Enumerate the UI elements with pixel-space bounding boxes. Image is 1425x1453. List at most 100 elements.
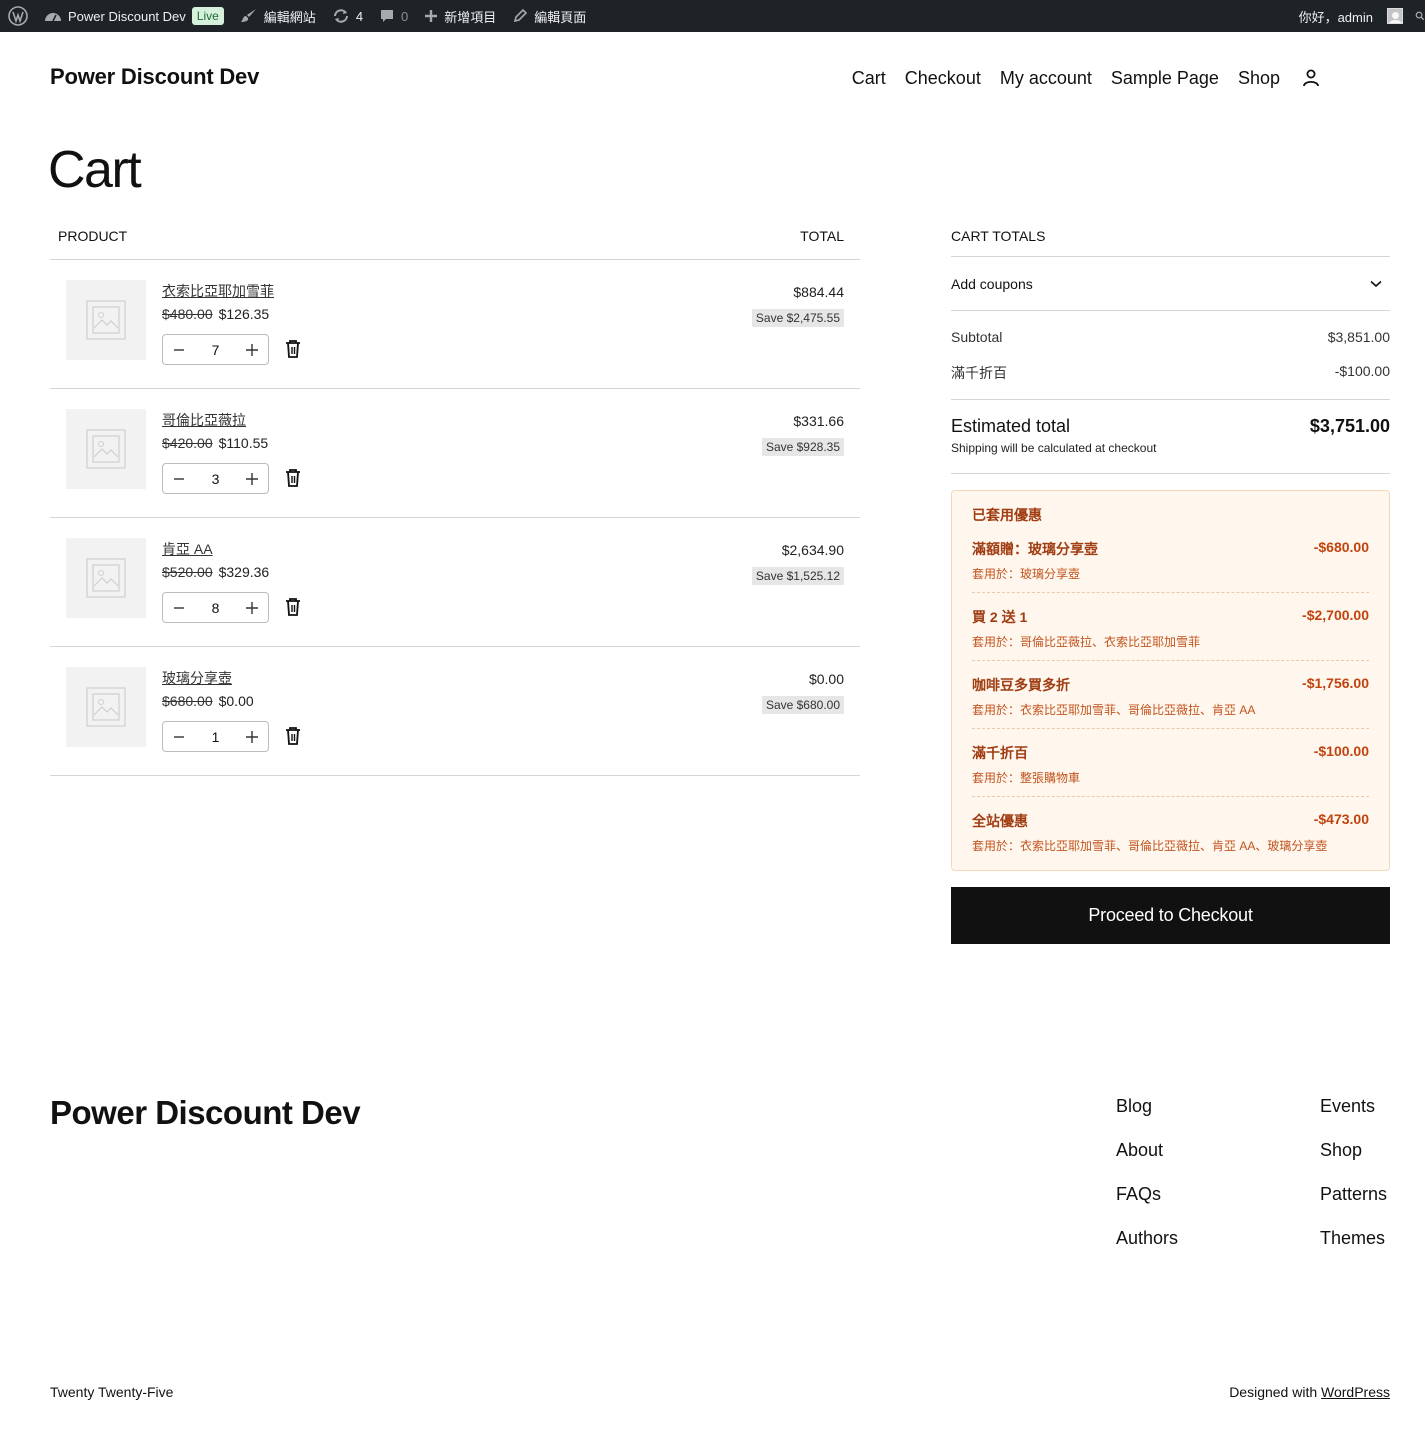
wordpress-link[interactable]: WordPress bbox=[1321, 1384, 1390, 1400]
footer-link-shop[interactable]: Shop bbox=[1320, 1140, 1387, 1161]
footer-link-faqs[interactable]: FAQs bbox=[1116, 1184, 1178, 1205]
discount-amount: -$473.00 bbox=[1313, 811, 1369, 827]
add-coupons-toggle[interactable]: Add coupons bbox=[951, 257, 1390, 311]
discount-amount: -$680.00 bbox=[1313, 539, 1369, 555]
product-image-placeholder[interactable] bbox=[66, 538, 146, 618]
edit-site-link[interactable]: 編輯網站 bbox=[232, 0, 324, 32]
chevron-down-icon bbox=[1370, 280, 1382, 287]
regular-price: $520.00 bbox=[162, 564, 213, 580]
product-name-link[interactable]: 哥倫比亞薇拉 bbox=[162, 410, 246, 430]
save-badge: Save $2,475.55 bbox=[751, 309, 844, 327]
product-prices: $680.00 $0.00 bbox=[162, 693, 254, 709]
product-name-link[interactable]: 玻璃分享壺 bbox=[162, 668, 232, 688]
decrease-quantity-button[interactable] bbox=[163, 593, 195, 622]
footer-theme-name: Twenty Twenty-Five bbox=[50, 1384, 174, 1400]
cart-table: PRODUCT TOTAL 衣索比亞耶加雪菲 $480.00 $126.35 7 … bbox=[50, 222, 860, 776]
line-total: $884.44 bbox=[793, 284, 844, 300]
discount-name: 咖啡豆多買多折 bbox=[972, 677, 1070, 693]
nav-cart[interactable]: Cart bbox=[852, 68, 886, 89]
wordpress-logo-icon[interactable] bbox=[0, 0, 36, 32]
quantity-value[interactable]: 3 bbox=[195, 471, 236, 487]
search-toggle[interactable] bbox=[1407, 0, 1425, 32]
subtotal-value: $3,851.00 bbox=[1327, 329, 1390, 345]
product-image-placeholder[interactable] bbox=[66, 409, 146, 489]
product-image-placeholder[interactable] bbox=[66, 667, 146, 747]
comments-link[interactable]: 0 bbox=[371, 0, 416, 32]
increase-quantity-button[interactable] bbox=[236, 722, 268, 751]
minus-icon bbox=[174, 606, 184, 609]
updates-icon bbox=[333, 9, 348, 23]
account-icon[interactable] bbox=[1299, 66, 1323, 90]
updates-count: 4 bbox=[355, 8, 364, 24]
discount-applies-to: 套用於：玻璃分享壺 bbox=[972, 567, 1081, 581]
site-title[interactable]: Power Discount Dev bbox=[50, 64, 259, 90]
comment-icon bbox=[381, 10, 394, 22]
product-name-link[interactable]: 肯亞 AA bbox=[162, 539, 213, 559]
quantity-value[interactable]: 7 bbox=[195, 342, 236, 358]
footer-link-themes[interactable]: Themes bbox=[1320, 1228, 1387, 1249]
decrease-quantity-button[interactable] bbox=[163, 464, 195, 493]
remove-item-button[interactable] bbox=[284, 726, 302, 751]
edit-site-label: 編輯網站 bbox=[263, 9, 316, 25]
discount-name: 滿額贈：玻璃分享壺 bbox=[972, 541, 1098, 557]
decrease-quantity-button[interactable] bbox=[163, 335, 195, 364]
avatar bbox=[1387, 8, 1403, 24]
new-item-link[interactable]: 新增項目 bbox=[416, 0, 504, 32]
plus-icon bbox=[246, 472, 258, 485]
discount-row: 滿千折百 -$100.00 bbox=[951, 363, 1390, 383]
column-product: PRODUCT bbox=[58, 228, 128, 244]
estimated-total-label: Estimated total bbox=[951, 416, 1071, 436]
footer-link-authors[interactable]: Authors bbox=[1116, 1228, 1178, 1249]
edit-page-label: 編輯頁面 bbox=[534, 9, 587, 25]
applied-discounts-panel: 已套用優惠 滿額贈：玻璃分享壺 -$680.00 套用於：玻璃分享壺 買 2 送 … bbox=[951, 490, 1390, 871]
updates-link[interactable]: 4 bbox=[324, 0, 371, 32]
footer-nav-column: Events Shop Patterns Themes bbox=[1320, 1096, 1387, 1249]
edit-page-link[interactable]: 編輯頁面 bbox=[504, 0, 594, 32]
footer-site-title[interactable]: Power Discount Dev bbox=[50, 1094, 361, 1132]
increase-quantity-button[interactable] bbox=[236, 335, 268, 364]
footer-link-events[interactable]: Events bbox=[1320, 1096, 1387, 1117]
increase-quantity-button[interactable] bbox=[236, 593, 268, 622]
brush-icon bbox=[240, 9, 256, 22]
remove-item-button[interactable] bbox=[284, 339, 302, 364]
greeting: 你好，admin bbox=[1298, 9, 1373, 25]
nav-checkout[interactable]: Checkout bbox=[905, 68, 981, 89]
footer-link-patterns[interactable]: Patterns bbox=[1320, 1184, 1387, 1205]
remove-item-button[interactable] bbox=[284, 468, 302, 493]
line-total: $0.00 bbox=[808, 671, 844, 687]
my-account-menu[interactable]: 你好，admin bbox=[1291, 0, 1407, 32]
product-image-placeholder[interactable] bbox=[66, 280, 146, 360]
nav-my-account[interactable]: My account bbox=[1000, 68, 1092, 89]
footer-link-blog[interactable]: Blog bbox=[1116, 1096, 1178, 1117]
live-badge: Live bbox=[191, 7, 224, 25]
discount-amount: -$2,700.00 bbox=[1302, 607, 1369, 623]
footer-credit: Designed with WordPress bbox=[1229, 1384, 1390, 1400]
decrease-quantity-button[interactable] bbox=[163, 722, 195, 751]
discount-value: -$100.00 bbox=[1334, 363, 1390, 379]
nav-shop[interactable]: Shop bbox=[1238, 68, 1280, 89]
trash-icon bbox=[286, 469, 300, 487]
product-prices: $520.00 $329.36 bbox=[162, 564, 269, 580]
admin-site-name[interactable]: Power Discount Dev Live bbox=[36, 0, 232, 32]
cart-item-row: 哥倫比亞薇拉 $420.00 $110.55 3 $331.66 Save $92… bbox=[50, 389, 860, 518]
quantity-value[interactable]: 8 bbox=[195, 600, 236, 616]
product-prices: $420.00 $110.55 bbox=[162, 435, 268, 451]
product-name-link[interactable]: 衣索比亞耶加雪菲 bbox=[162, 281, 274, 301]
footer-link-about[interactable]: About bbox=[1116, 1140, 1178, 1161]
nav-sample-page[interactable]: Sample Page bbox=[1111, 68, 1219, 89]
discount-amount: -$100.00 bbox=[1313, 743, 1369, 759]
dashboard-icon bbox=[45, 13, 61, 22]
subtotal-label: Subtotal bbox=[951, 329, 1003, 345]
admin-bar: Power Discount Dev Live 編輯網站 4 0 新增項目 編輯… bbox=[0, 0, 1425, 32]
proceed-to-checkout-button[interactable]: Proceed to Checkout bbox=[951, 887, 1390, 944]
line-total: $331.66 bbox=[793, 413, 844, 429]
sale-price: $329.36 bbox=[218, 564, 270, 580]
remove-item-button[interactable] bbox=[284, 597, 302, 622]
quantity-stepper: 1 bbox=[162, 721, 269, 752]
cart-item-row: 衣索比亞耶加雪菲 $480.00 $126.35 7 $884.44 Save $… bbox=[50, 260, 860, 389]
quantity-value[interactable]: 1 bbox=[195, 729, 236, 745]
quantity-stepper: 8 bbox=[162, 592, 269, 623]
trash-icon bbox=[286, 340, 300, 358]
discount-amount: -$1,756.00 bbox=[1302, 675, 1369, 691]
increase-quantity-button[interactable] bbox=[236, 464, 268, 493]
